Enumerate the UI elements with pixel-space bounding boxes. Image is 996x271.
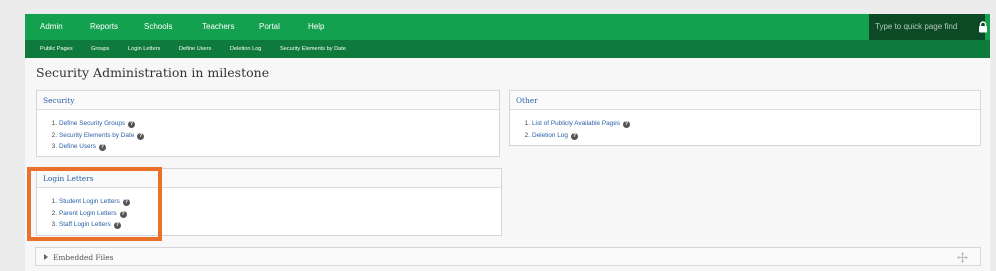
- other-panel-title: Other: [510, 91, 980, 110]
- move-icon[interactable]: [957, 252, 968, 263]
- list-number: 2.: [51, 131, 57, 139]
- nav-teachers[interactable]: Teachers: [202, 14, 234, 40]
- list-number: 3.: [51, 143, 57, 150]
- lock-icon[interactable]: [978, 21, 988, 33]
- embedded-files-label: Embedded Files: [53, 253, 114, 262]
- list-number: 2.: [524, 131, 530, 139]
- subnav-security-elements-by-date[interactable]: Security Elements by Date: [280, 40, 346, 58]
- security-list: 1. Define Security Groups? 2. Security Ele…: [37, 110, 499, 153]
- help-icon[interactable]: ?: [570, 132, 578, 140]
- define-users-link[interactable]: Define Users: [59, 143, 96, 150]
- list-item: 1. Define Security Groups?: [45, 118, 499, 130]
- highlight-box: [27, 167, 162, 241]
- other-list: 1. List of Publicly Available Pages? 2. De…: [510, 110, 980, 141]
- nav-help[interactable]: Help: [308, 14, 324, 40]
- embedded-files-section[interactable]: Embedded Files: [35, 247, 981, 266]
- caret-right-icon[interactable]: [44, 254, 48, 260]
- list-item: 2. Security Elements by Date?: [45, 130, 499, 142]
- nav-portal[interactable]: Portal: [259, 14, 280, 40]
- security-panel-title: Security: [37, 91, 499, 110]
- deletion-log-link[interactable]: Deletion Log: [532, 132, 568, 139]
- list-number: 1.: [51, 120, 57, 127]
- subnav-login-letters[interactable]: Login Letters: [128, 40, 160, 58]
- quick-page-find-input[interactable]: [869, 14, 985, 40]
- other-panel: Other 1. List of Publicly Available Pages…: [509, 90, 981, 146]
- list-number: 1.: [524, 120, 530, 127]
- help-icon[interactable]: ?: [98, 144, 106, 151]
- nav-reports[interactable]: Reports: [90, 14, 118, 40]
- subnav-groups[interactable]: Groups: [91, 40, 109, 58]
- sub-navigation-bar: Public Pages Groups Login Letters Define…: [25, 40, 990, 58]
- subnav-public-pages[interactable]: Public Pages: [40, 40, 73, 58]
- page-title: Security Administration in milestone: [36, 65, 270, 80]
- list-item: 3. Define Users?: [45, 141, 499, 153]
- security-panel: Security 1. Define Security Groups? 2. Sec…: [36, 90, 500, 157]
- nav-admin[interactable]: Admin: [40, 14, 63, 40]
- subnav-deletion-log[interactable]: Deletion Log: [230, 40, 261, 58]
- list-item: 2. Deletion Log?: [518, 130, 980, 142]
- top-navigation-bar: Admin Reports Schools Teachers Portal He…: [25, 14, 990, 40]
- help-icon[interactable]: ?: [622, 121, 630, 128]
- publicly-available-pages-link[interactable]: List of Publicly Available Pages: [532, 120, 620, 127]
- list-item: 1. List of Publicly Available Pages?: [518, 118, 980, 130]
- define-security-groups-link[interactable]: Define Security Groups: [59, 120, 125, 127]
- nav-schools[interactable]: Schools: [144, 14, 172, 40]
- security-elements-by-date-link[interactable]: Security Elements by Date: [59, 132, 134, 139]
- help-icon[interactable]: ?: [128, 121, 136, 128]
- help-icon[interactable]: ?: [137, 132, 145, 140]
- subnav-define-users[interactable]: Define Users: [179, 40, 211, 58]
